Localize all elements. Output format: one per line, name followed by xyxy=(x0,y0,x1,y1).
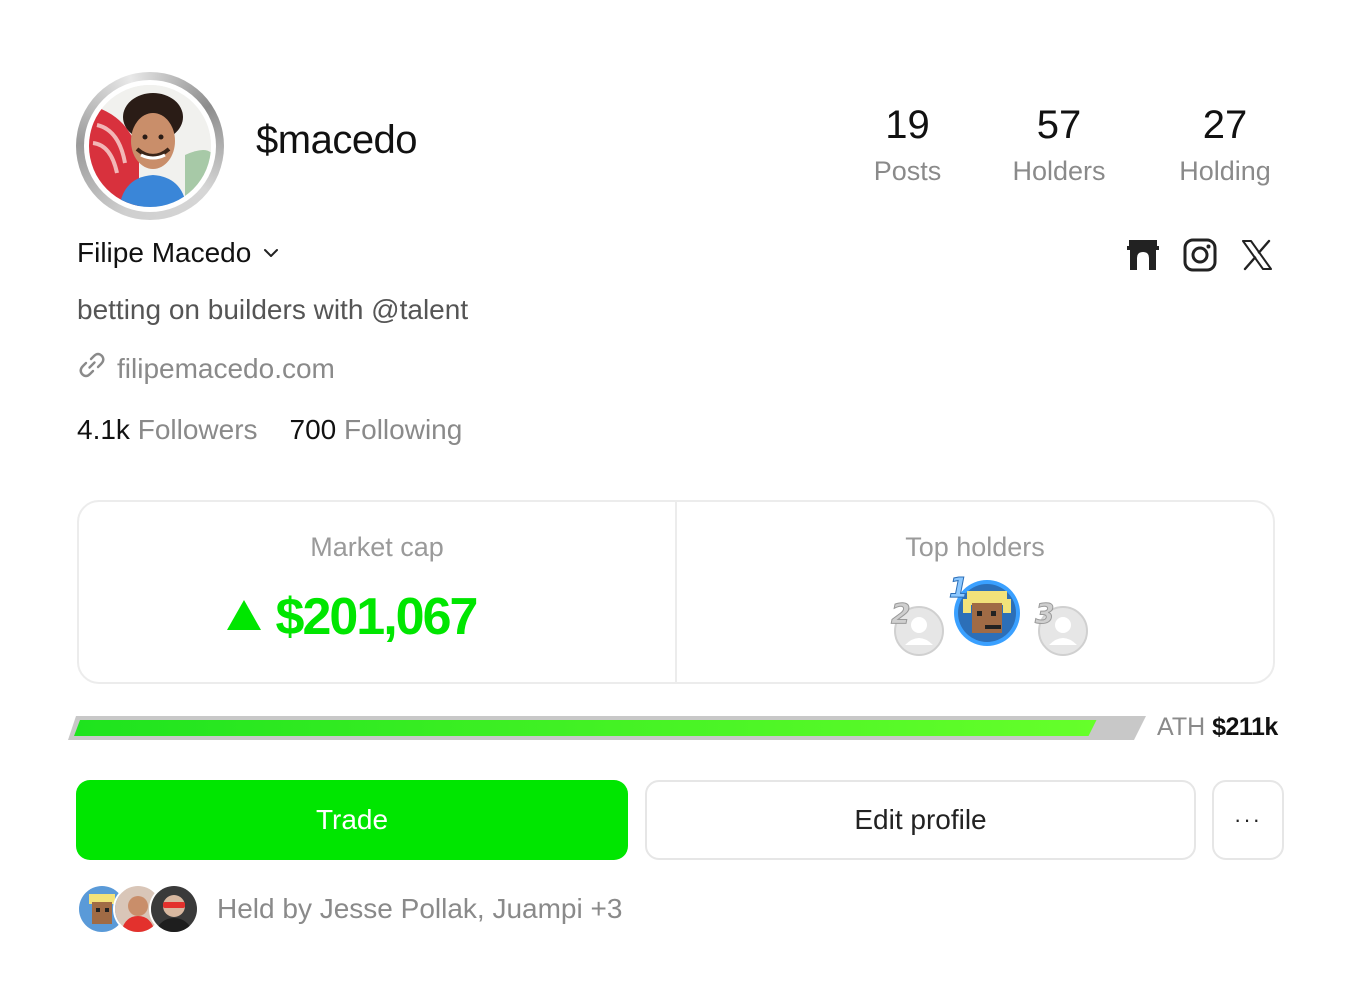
link-icon xyxy=(77,350,107,387)
stat-holders-label: Holders xyxy=(1012,156,1106,186)
top-holders-section[interactable]: Top holders 2 1 3 xyxy=(675,502,1273,682)
trade-button[interactable]: Trade xyxy=(76,780,628,860)
holder-rank-3[interactable]: 3 xyxy=(1029,597,1095,657)
holder-rank-3-badge: 3 xyxy=(1035,597,1054,630)
stat-holding-value: 27 xyxy=(1202,103,1248,147)
profile-handle: $macedo xyxy=(256,118,418,162)
market-cap-value: $201,067 xyxy=(275,588,479,646)
profile-bio: betting on builders with @talent xyxy=(77,294,469,325)
following-stat[interactable]: 700 Following xyxy=(290,414,463,446)
x-icon[interactable] xyxy=(1238,236,1276,274)
stat-posts[interactable]: 19 Posts xyxy=(860,100,955,192)
market-cap-label: Market cap xyxy=(310,532,444,562)
holder-rank-2[interactable]: 2 xyxy=(885,597,945,657)
stat-holders-value: 57 xyxy=(1036,103,1082,147)
following-label: Following xyxy=(344,414,463,445)
top-holders-list: 2 1 3 xyxy=(845,571,1105,667)
stat-holders[interactable]: 57 Holders xyxy=(1000,100,1118,192)
more-options-button[interactable]: ··· xyxy=(1212,780,1284,860)
avatar-photo xyxy=(89,85,211,207)
held-by-text: Held by Jesse Pollak, Juampi +3 xyxy=(217,893,623,924)
stat-posts-label: Posts xyxy=(873,156,942,186)
social-links xyxy=(1124,236,1276,274)
ath-label: ATH $211k xyxy=(1157,713,1278,742)
holder-avatar xyxy=(149,884,199,934)
market-cap-value-row: $201,067 xyxy=(27,587,675,647)
progress-fill xyxy=(74,720,1097,736)
market-card: Market cap $201,067 Top holders 2 1 3 xyxy=(77,500,1275,684)
held-by-avatars xyxy=(77,884,199,934)
avatar-illustration xyxy=(89,85,211,207)
market-cap-section[interactable]: Market cap $201,067 xyxy=(79,502,675,682)
followers-stat[interactable]: 4.1k Followers xyxy=(77,414,258,446)
stat-holding-label: Holding xyxy=(1179,156,1271,186)
holder-rank-2-badge: 2 xyxy=(891,597,910,630)
ath-progress-bar xyxy=(68,714,1148,742)
top-holders-label: Top holders xyxy=(905,532,1045,562)
ath-value: $211k xyxy=(1212,713,1278,741)
holder-rank-1[interactable]: 1 xyxy=(945,569,1025,649)
farcaster-icon[interactable] xyxy=(1124,236,1162,274)
chevron-down-icon xyxy=(261,242,283,264)
ath-label-text: ATH xyxy=(1157,713,1206,741)
holder-rank-1-badge: 1 xyxy=(949,571,968,604)
followers-label: Followers xyxy=(137,414,258,445)
stat-posts-value: 19 xyxy=(885,103,930,147)
instagram-icon[interactable] xyxy=(1181,236,1219,274)
avatar-inner-ring xyxy=(84,80,216,212)
edit-profile-button[interactable]: Edit profile xyxy=(645,780,1196,860)
profile-avatar[interactable] xyxy=(76,72,224,220)
following-count: 700 xyxy=(289,414,337,445)
held-by-row[interactable]: Held by Jesse Pollak, Juampi +3 xyxy=(77,884,622,934)
profile-name: Filipe Macedo xyxy=(77,237,252,268)
followers-count: 4.1k xyxy=(77,414,130,445)
stat-holding[interactable]: 27 Holding xyxy=(1168,100,1282,192)
follow-stats: 4.1k Followers 700 Following xyxy=(77,414,462,446)
website-url: filipemacedo.com xyxy=(117,352,335,384)
website-link[interactable]: filipemacedo.com xyxy=(77,350,335,387)
triangle-up-icon xyxy=(226,599,262,636)
account-switcher[interactable]: Filipe Macedo xyxy=(77,237,283,269)
